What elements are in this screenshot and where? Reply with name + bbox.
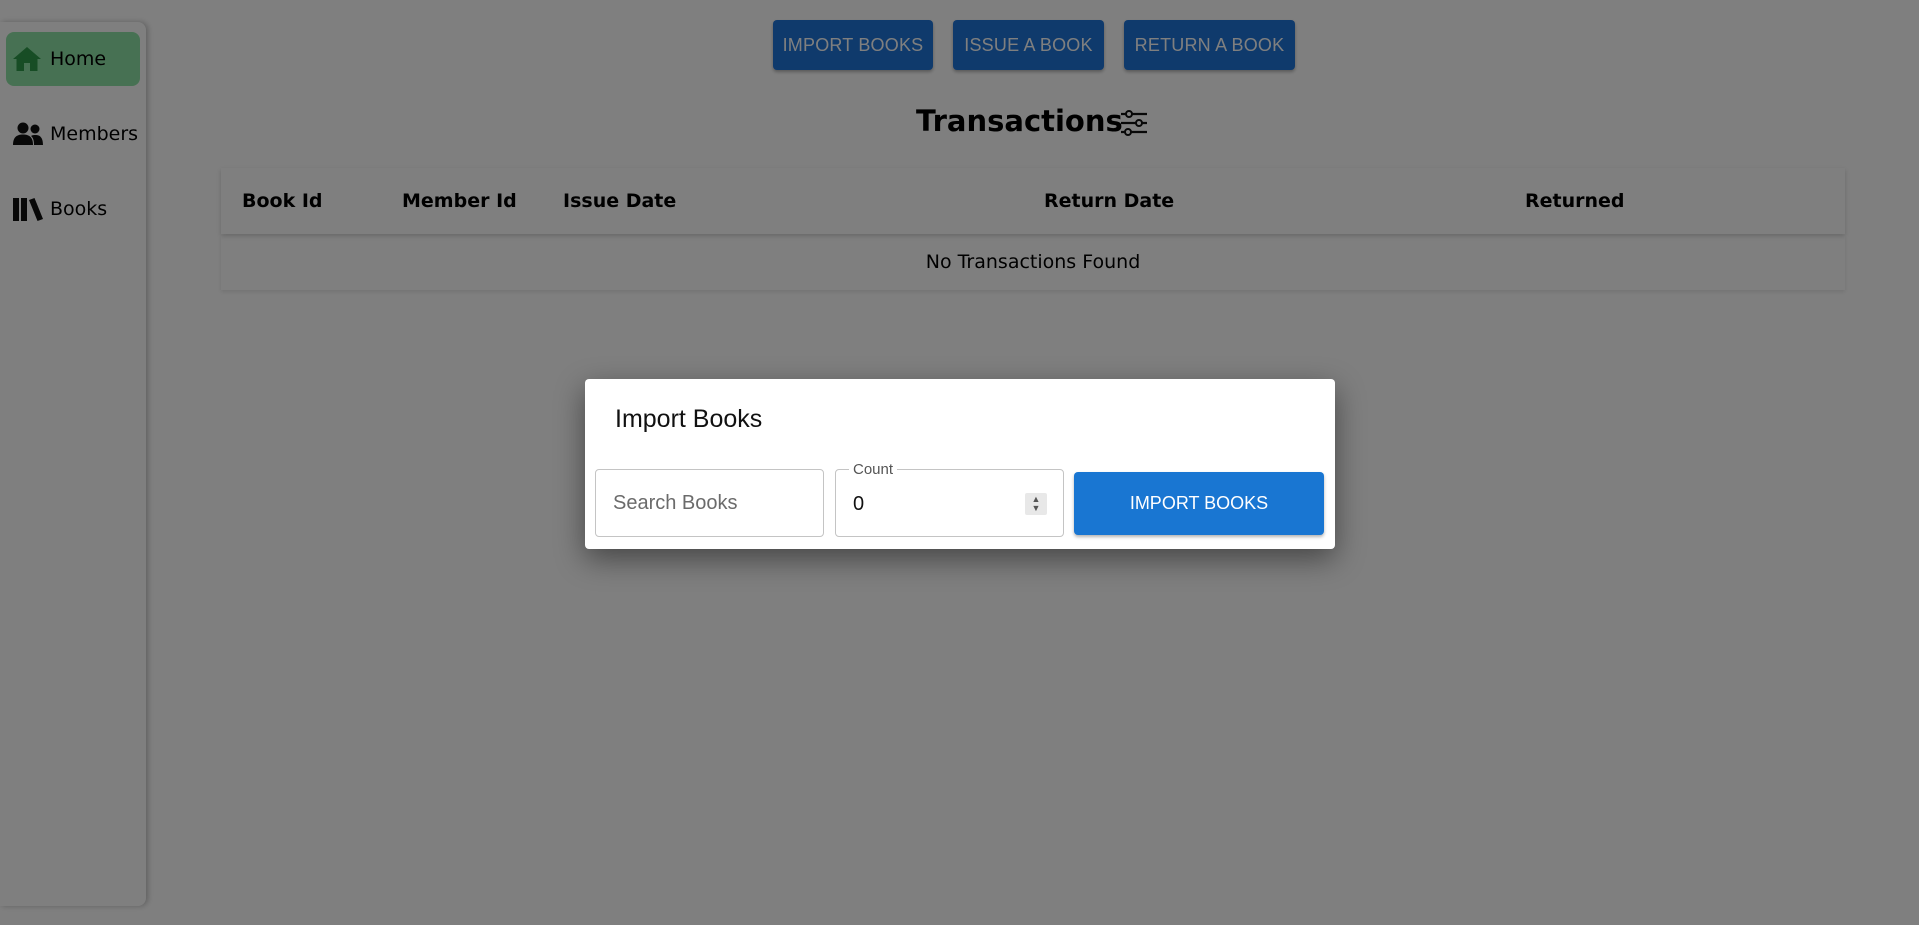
count-stepper[interactable]: ▲ ▼ <box>1025 493 1047 515</box>
import-books-dialog: Import Books Count 0 ▲ ▼ IMPORT BOOKS <box>585 379 1335 549</box>
count-value[interactable]: 0 <box>853 493 864 516</box>
count-field[interactable]: Count 0 ▲ ▼ <box>835 461 1064 537</box>
count-label: Count <box>849 461 898 478</box>
search-books-input[interactable] <box>595 469 824 537</box>
chevron-down-icon[interactable]: ▼ <box>1032 504 1041 513</box>
dialog-import-books-button[interactable]: IMPORT BOOKS <box>1074 472 1324 535</box>
dialog-title: Import Books <box>615 405 763 433</box>
